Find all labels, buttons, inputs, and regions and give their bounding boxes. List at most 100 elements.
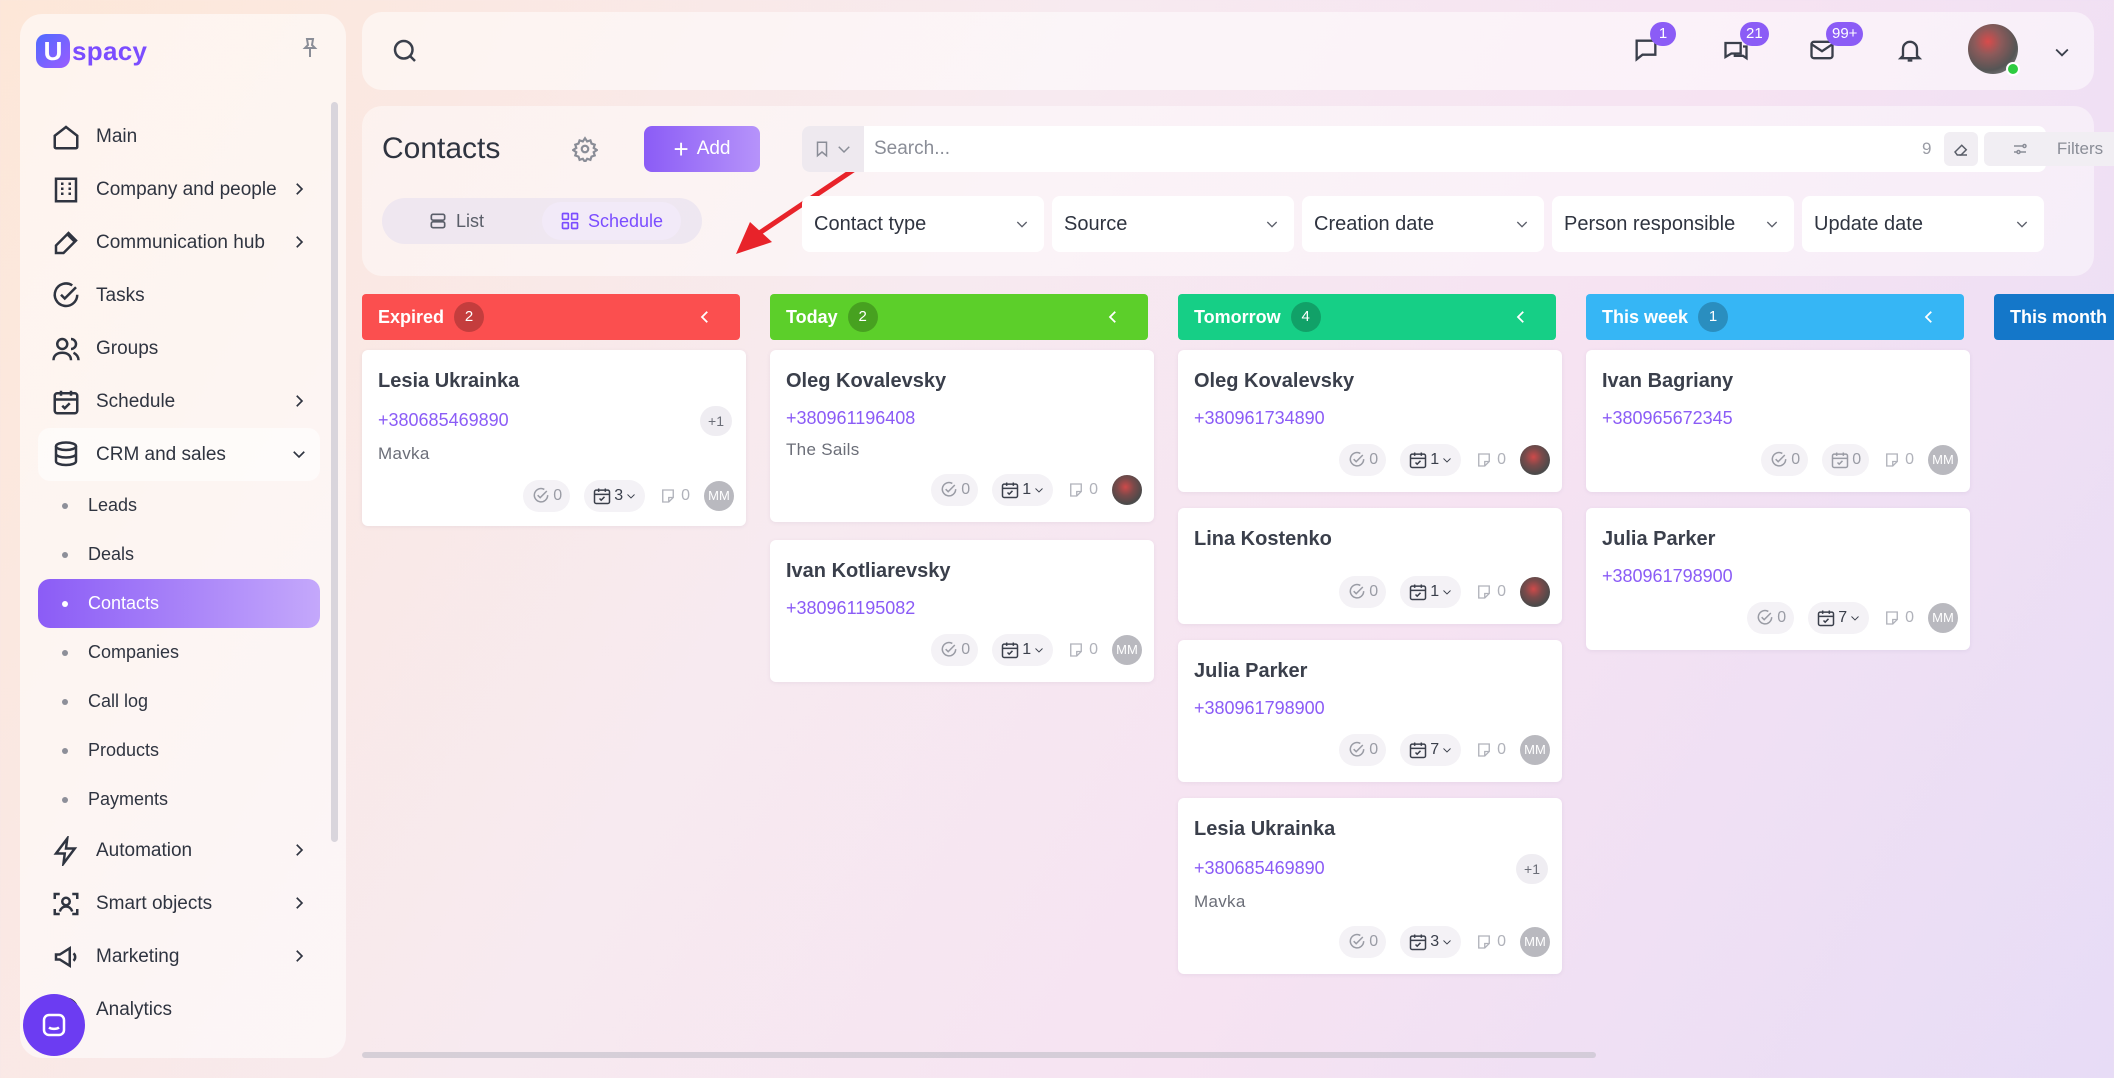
sidebar-item-automation[interactable]: Automation [38, 824, 320, 877]
sidebar-item-main[interactable]: Main [38, 110, 320, 163]
avatar[interactable]: MM [1520, 927, 1550, 957]
events-counter[interactable]: 3 [584, 480, 646, 512]
notes-counter[interactable]: 0 [1475, 933, 1506, 951]
support-chat-button[interactable] [23, 994, 85, 1056]
tasks-counter[interactable]: 0 [1339, 926, 1387, 958]
view-schedule-button[interactable]: Schedule [542, 202, 682, 240]
notes-counter[interactable]: 0 [659, 487, 690, 505]
contact-phone[interactable]: +380961196408 [786, 408, 915, 429]
sidebar-item-crm-and-sales[interactable]: CRM and sales [38, 428, 320, 481]
sidebar-item-marketing[interactable]: Marketing [38, 930, 320, 983]
saved-filters-button[interactable] [802, 126, 864, 172]
events-counter[interactable]: 1 [992, 474, 1054, 506]
contact-card[interactable]: Ivan Kotliarevsky +380961195082 0 1 0 MM [770, 540, 1154, 682]
sidebar-item-groups[interactable]: Groups [38, 322, 320, 375]
gear-icon[interactable] [571, 136, 599, 164]
avatar[interactable]: MM [704, 481, 734, 511]
tasks-counter[interactable]: 0 [1339, 576, 1387, 608]
contact-phone[interactable]: +380961734890 [1194, 408, 1325, 429]
chevron-left-icon[interactable] [696, 308, 714, 326]
notes-counter[interactable]: 0 [1475, 451, 1506, 469]
tasks-counter[interactable]: 0 [931, 634, 979, 666]
events-counter[interactable]: 7 [1400, 734, 1462, 766]
tasks-counter[interactable]: 0 [1761, 444, 1809, 476]
view-list-button[interactable]: List [410, 202, 502, 240]
sidebar-item-company-and-people[interactable]: Company and people [38, 163, 320, 216]
avatar[interactable]: MM [1928, 445, 1958, 475]
more-phones-badge[interactable]: +1 [700, 406, 732, 436]
chevron-left-icon[interactable] [1104, 308, 1122, 326]
notes-counter[interactable]: 0 [1475, 741, 1506, 759]
clear-filters-button[interactable] [1944, 132, 1978, 166]
events-counter[interactable]: 7 [1808, 602, 1870, 634]
contact-phone[interactable]: +380685469890 [378, 410, 509, 431]
tasks-counter[interactable]: 0 [931, 474, 979, 506]
contact-card[interactable]: Ivan Bagriany +380965672345 0 0 0 MM [1586, 350, 1970, 492]
sidebar-scrollbar[interactable] [331, 102, 338, 842]
chat-icon[interactable]: 1 [1632, 22, 1676, 68]
events-counter[interactable]: 1 [1400, 576, 1462, 608]
pin-icon[interactable] [298, 36, 324, 66]
filters-button[interactable]: Filters [1984, 132, 2114, 166]
sidebar-subitem-companies[interactable]: Companies [38, 628, 320, 677]
contact-card[interactable]: Oleg Kovalevsky +380961196408 The Sails … [770, 350, 1154, 522]
sidebar-item-schedule[interactable]: Schedule [38, 375, 320, 428]
sidebar-subitem-contacts[interactable]: Contacts [38, 579, 320, 628]
sidebar-item-smart-objects[interactable]: Smart objects [38, 877, 320, 930]
events-counter[interactable]: 0 [1822, 444, 1870, 476]
avatar[interactable]: MM [1112, 635, 1142, 665]
chevron-left-icon[interactable] [1920, 308, 1938, 326]
sidebar-subitem-payments[interactable]: Payments [38, 775, 320, 824]
avatar[interactable]: MM [1928, 603, 1958, 633]
notes-counter[interactable]: 0 [1883, 451, 1914, 469]
contact-phone[interactable]: +380961195082 [786, 598, 915, 619]
events-counter[interactable]: 3 [1400, 926, 1462, 958]
contact-phone[interactable]: +380685469890 [1194, 858, 1325, 879]
contact-card[interactable]: Julia Parker +380961798900 0 7 0 MM [1178, 640, 1562, 782]
search-icon[interactable] [390, 36, 422, 68]
contact-card[interactable]: Lesia Ukrainka +380685469890 +1 Mavka 0 … [1178, 798, 1562, 974]
sidebar-item-tasks[interactable]: Tasks [38, 269, 320, 322]
tasks-counter[interactable]: 0 [523, 480, 571, 512]
contact-card[interactable]: Lesia Ukrainka +380685469890 +1 Mavka 0 … [362, 350, 746, 526]
notes-counter[interactable]: 0 [1067, 641, 1098, 659]
contact-phone[interactable]: +380965672345 [1602, 408, 1733, 429]
contact-card[interactable]: Oleg Kovalevsky +380961734890 0 1 0 [1178, 350, 1562, 492]
board-horizontal-scrollbar[interactable] [362, 1052, 1596, 1058]
filter-person-responsible[interactable]: Person responsible [1552, 196, 1794, 252]
logo[interactable]: U spacy [36, 34, 147, 68]
avatar[interactable] [1112, 475, 1142, 505]
events-counter[interactable]: 1 [1400, 444, 1462, 476]
chevron-left-icon[interactable] [1512, 308, 1530, 326]
notes-counter[interactable]: 0 [1475, 583, 1506, 601]
sidebar-subitem-deals[interactable]: Deals [38, 530, 320, 579]
events-counter[interactable]: 1 [992, 634, 1054, 666]
more-phones-badge[interactable]: +1 [1516, 854, 1548, 884]
sidebar-item-communication-hub[interactable]: Communication hub [38, 216, 320, 269]
avatar[interactable] [1520, 577, 1550, 607]
notes-counter[interactable]: 0 [1883, 609, 1914, 627]
messages-icon[interactable]: 21 [1722, 22, 1769, 68]
contact-phone[interactable]: +380961798900 [1194, 698, 1325, 719]
sidebar-subitem-call-log[interactable]: Call log [38, 677, 320, 726]
contact-phone[interactable]: +380961798900 [1602, 566, 1733, 587]
mail-icon[interactable]: 99+ [1808, 22, 1864, 68]
filter-update-date[interactable]: Update date [1802, 196, 2044, 252]
sidebar-subitem-leads[interactable]: Leads [38, 481, 320, 530]
filter-creation-date[interactable]: Creation date [1302, 196, 1544, 252]
tasks-counter[interactable]: 0 [1339, 734, 1387, 766]
contact-card[interactable]: Julia Parker +380961798900 0 7 0 MM [1586, 508, 1970, 650]
tasks-counter[interactable]: 0 [1339, 444, 1387, 476]
column-header[interactable]: This month [1994, 294, 2114, 340]
contact-card[interactable]: Lina Kostenko 0 1 0 [1178, 508, 1562, 624]
sidebar-subitem-products[interactable]: Products [38, 726, 320, 775]
chevron-down-icon[interactable] [2052, 42, 2072, 62]
avatar[interactable]: MM [1520, 735, 1550, 765]
filter-contact-type[interactable]: Contact type [802, 196, 1044, 252]
notes-counter[interactable]: 0 [1067, 481, 1098, 499]
bell-icon[interactable] [1896, 36, 1928, 68]
avatar[interactable] [1520, 445, 1550, 475]
search-input[interactable] [874, 126, 1774, 172]
filter-source[interactable]: Source [1052, 196, 1294, 252]
tasks-counter[interactable]: 0 [1747, 602, 1795, 634]
